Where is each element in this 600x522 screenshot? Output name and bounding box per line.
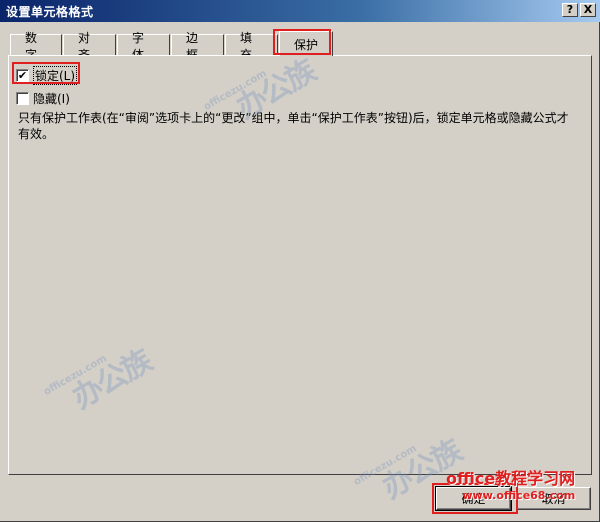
tab-font[interactable]: 字体 [117, 31, 170, 62]
tab-alignment[interactable]: 对齐 [63, 31, 116, 62]
tab-fill[interactable]: 填充 [225, 31, 278, 62]
tab-strip: 数字 对齐 字体 边框 填充 保护 [10, 31, 334, 62]
tab-border[interactable]: 边框 [171, 31, 224, 62]
locked-label: 锁定(L) [33, 66, 78, 85]
locked-option[interactable]: ✔ 锁定(L) [16, 66, 78, 85]
tab-number[interactable]: 数字 [10, 31, 62, 62]
dialog-title: 设置单元格格式 [6, 4, 94, 19]
ok-button[interactable]: 确定 [435, 486, 512, 511]
hidden-option[interactable]: 隐藏(I) [16, 90, 70, 107]
protection-description: 只有保护工作表(在“审阅”选项卡上的“更改”组中，单击“保护工作表”按钮)后，锁… [18, 111, 569, 141]
hidden-checkbox[interactable] [16, 92, 29, 105]
title-bar[interactable]: 设置单元格格式 ? X [0, 0, 600, 22]
format-cells-dialog: 设置单元格格式 ? X 数字 对齐 字体 边框 填充 保护 ✔ 锁定(L) 隐藏… [0, 0, 600, 522]
locked-checkbox[interactable]: ✔ [16, 69, 29, 82]
tab-protection[interactable]: 保护 [279, 31, 333, 56]
close-button[interactable]: X [580, 3, 596, 17]
help-button[interactable]: ? [562, 3, 578, 17]
title-bar-buttons: ? X [562, 3, 596, 17]
hidden-label: 隐藏(I) [33, 92, 70, 106]
cancel-button[interactable]: 取消 [516, 487, 591, 510]
